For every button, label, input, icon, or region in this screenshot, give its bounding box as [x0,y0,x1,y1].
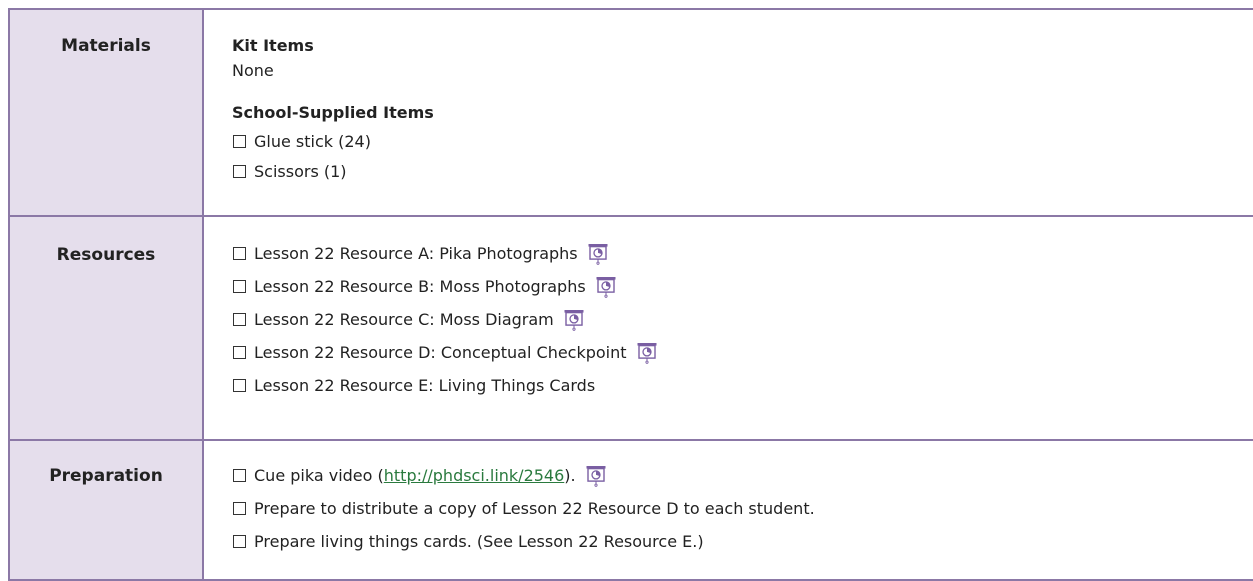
resources-header-cell: Resources [8,215,204,441]
checkbox-icon[interactable] [233,346,246,359]
checkbox-icon[interactable] [233,379,246,392]
resources-row: Resources Lesson 22 Resource A: Pika Pho… [8,215,1253,441]
resources-content: Lesson 22 Resource A: Pika Photographs L… [202,215,1253,441]
preparation-item-distribute: Prepare to distribute a copy of Lesson 2… [232,492,1253,525]
resource-item-c: Lesson 22 Resource C: Moss Diagram [232,303,1253,336]
checkbox-icon[interactable] [233,247,246,260]
materials-table: Materials Kit Items None School-Supplied… [8,8,1253,581]
preparation-label: Preparation [49,466,163,486]
preparation-item-video: Cue pika video ( http://phdsci.link/2546… [232,459,1253,492]
preparation-row: Preparation Cue pika video ( http://phds… [8,439,1253,581]
projection-screen-icon[interactable] [596,276,616,298]
preparation-item-label: Prepare to distribute a copy of Lesson 2… [254,499,815,518]
preparation-content: Cue pika video ( http://phdsci.link/2546… [202,439,1253,581]
pika-video-link[interactable]: http://phdsci.link/2546 [384,459,565,492]
school-item-glue-stick: Glue stick (24) [232,125,1253,158]
resources-label: Resources [56,245,156,265]
school-items-heading: School-Supplied Items [232,103,434,122]
kit-items-heading: Kit Items [232,36,314,55]
checkbox-icon[interactable] [233,165,246,178]
materials-header-cell: Materials [8,8,204,217]
resource-item-d: Lesson 22 Resource D: Conceptual Checkpo… [232,336,1253,369]
preparation-header-cell: Preparation [8,439,204,581]
preparation-item-label: Prepare living things cards. (See Lesson… [254,532,704,551]
resource-item-label: Lesson 22 Resource C: Moss Diagram [254,310,554,329]
school-item-label: Scissors (1) [254,162,347,181]
materials-label: Materials [61,36,151,56]
projection-screen-icon[interactable] [588,243,608,265]
resource-item-b: Lesson 22 Resource B: Moss Photographs [232,270,1253,303]
resource-item-e: Lesson 22 Resource E: Living Things Card… [232,369,1253,402]
resource-item-label: Lesson 22 Resource D: Conceptual Checkpo… [254,343,627,362]
materials-row: Materials Kit Items None School-Supplied… [8,8,1253,217]
resource-item-label: Lesson 22 Resource A: Pika Photographs [254,244,578,263]
school-item-label: Glue stick (24) [254,132,371,151]
school-item-scissors: Scissors (1) [232,155,1253,188]
checkbox-icon[interactable] [233,469,246,482]
checkbox-icon[interactable] [233,535,246,548]
preparation-item-prefix: Cue pika video ( [254,466,384,485]
checkbox-icon[interactable] [233,502,246,515]
checkbox-icon[interactable] [233,135,246,148]
projection-screen-icon[interactable] [564,309,584,331]
checkbox-icon[interactable] [233,313,246,326]
resource-item-label: Lesson 22 Resource B: Moss Photographs [254,277,586,296]
preparation-item-suffix: ). [564,466,576,485]
projection-screen-icon[interactable] [586,465,606,487]
resource-item-a: Lesson 22 Resource A: Pika Photographs [232,237,1253,270]
preparation-item-cards: Prepare living things cards. (See Lesson… [232,525,1253,558]
projection-screen-icon[interactable] [637,342,657,364]
materials-content: Kit Items None School-Supplied Items Glu… [202,8,1253,217]
resource-item-label: Lesson 22 Resource E: Living Things Card… [254,376,596,395]
kit-items-value: None [232,61,274,80]
checkbox-icon[interactable] [233,280,246,293]
